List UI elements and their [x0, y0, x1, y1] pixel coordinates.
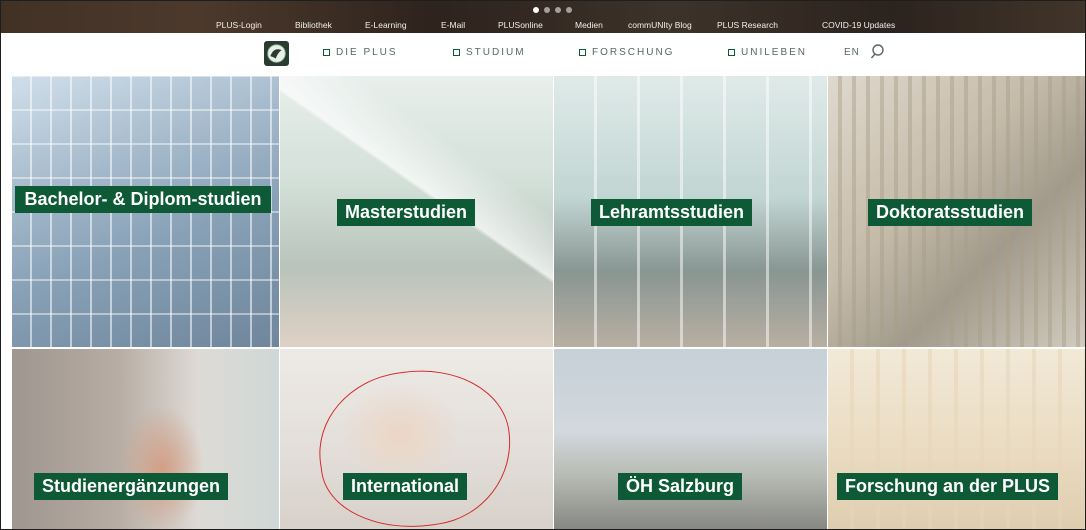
top-link-e-learning[interactable]: E-Learning [365, 20, 407, 30]
nav-item-forschung[interactable]: FORSCHUNG [579, 47, 674, 58]
nav-item-studium[interactable]: STUDIUM [453, 47, 526, 58]
top-link-plus-research[interactable]: PLUS Research [717, 20, 778, 30]
tile-label: Forschung an der PLUS [837, 473, 1059, 500]
browser-viewport: PLUS-Login Bibliothek E-Learning E-Mail … [0, 0, 1086, 530]
nav-item-label: FORSCHUNG [592, 47, 675, 58]
tile-masterstudien[interactable]: Masterstudien [280, 76, 553, 347]
tile-label: Masterstudien [337, 199, 476, 226]
search-button[interactable] [870, 44, 888, 60]
nav-item-label: UNILEBEN [741, 47, 808, 58]
square-bullet-icon [453, 49, 460, 56]
tile-oeh-salzburg[interactable]: ÖH Salzburg [554, 349, 827, 529]
slider-dot[interactable] [566, 7, 572, 13]
top-link-plus-login[interactable]: PLUS-Login [216, 20, 262, 30]
tile-studienergaenzungen[interactable]: Studienergänzungen [12, 349, 279, 529]
tile-label: Lehramtsstudien [591, 199, 753, 226]
tile-forschung-an-der-plus[interactable]: Forschung an der PLUS [828, 349, 1085, 529]
slider-dots [533, 7, 572, 13]
slider-dot[interactable] [555, 7, 561, 13]
search-icon [870, 44, 884, 59]
square-bullet-icon [323, 49, 330, 56]
university-logo[interactable] [264, 41, 289, 66]
top-link-plusonline[interactable]: PLUSonline [498, 20, 543, 30]
nav-item-label: DIE PLUS [336, 47, 398, 58]
square-bullet-icon [579, 49, 586, 56]
tile-doktoratsstudien[interactable]: Doktoratsstudien [828, 76, 1085, 347]
slider-dot[interactable] [544, 7, 550, 13]
tile-bachelor-diplom[interactable]: Bachelor- & Diplom-studien [12, 76, 279, 347]
nav-item-die-plus[interactable]: DIE PLUS [323, 47, 398, 58]
top-link-bibliothek[interactable]: Bibliothek [295, 20, 332, 30]
square-bullet-icon [728, 49, 735, 56]
tile-label: Bachelor- & Diplom-studien [15, 186, 271, 213]
top-link-community-blog[interactable]: commUNIty Blog [628, 20, 692, 30]
slider-dot[interactable] [533, 7, 539, 13]
nav-item-unileben[interactable]: UNILEBEN [728, 47, 807, 58]
top-link-e-mail[interactable]: E-Mail [441, 20, 465, 30]
tile-label: Studienergänzungen [34, 473, 229, 500]
nav-item-label: STUDIUM [466, 47, 526, 58]
main-navigation [1, 33, 1085, 75]
top-utility-bar [1, 1, 1085, 33]
tile-label: Doktoratsstudien [868, 199, 1033, 226]
tile-lehramtsstudien[interactable]: Lehramtsstudien [554, 76, 827, 347]
top-link-medien[interactable]: Medien [575, 20, 603, 30]
logo-emblem-icon [267, 44, 286, 63]
tile-label: ÖH Salzburg [618, 473, 743, 500]
language-switch[interactable]: EN [844, 47, 860, 58]
top-link-covid-updates[interactable]: COVID-19 Updates [822, 20, 895, 30]
